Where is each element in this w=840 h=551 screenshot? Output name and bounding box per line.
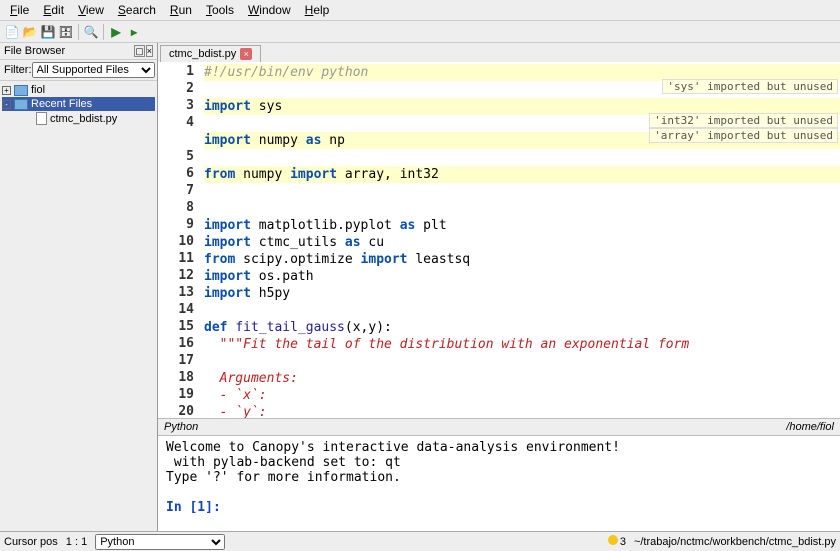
file-browser-panel: File Browser ▢× Filter: All Supported Fi… xyxy=(0,43,158,531)
tree-label: Recent Files xyxy=(31,98,92,110)
open-icon[interactable]: 📂 xyxy=(22,24,38,40)
file-tree[interactable]: + fiol - Recent Files ctmc_bdist.py xyxy=(0,81,157,531)
folder-icon xyxy=(14,85,28,96)
line-gutter: 123456789101112131415161718192021 xyxy=(158,62,200,418)
run-sel-icon[interactable]: ▸ xyxy=(126,24,142,40)
language-select[interactable]: Python xyxy=(95,534,225,550)
toolbar: 📄 📂 💾 🗄 🔍 ▶ ▸ xyxy=(0,21,840,43)
file-icon xyxy=(36,112,47,125)
warning-dot-icon xyxy=(608,535,618,545)
file-path: ~/trabajo/nctmc/workbench/ctmc_bdist.py xyxy=(634,536,836,548)
panel-undock-icon[interactable]: ▢ xyxy=(134,45,145,57)
menu-help[interactable]: Help xyxy=(299,2,336,18)
editor-tab[interactable]: ctmc_bdist.py × xyxy=(160,45,261,62)
tab-label: ctmc_bdist.py xyxy=(169,48,236,60)
tree-item[interactable]: ctmc_bdist.py xyxy=(2,111,155,126)
close-tab-icon[interactable]: × xyxy=(240,48,252,60)
console-header: Python /home/fiol xyxy=(158,418,840,436)
search-icon[interactable]: 🔍 xyxy=(83,24,99,40)
console-title: Python xyxy=(164,421,198,433)
menu-file[interactable]: File xyxy=(4,2,35,18)
menu-tools[interactable]: Tools xyxy=(200,2,240,18)
menu-search[interactable]: Search xyxy=(112,2,162,18)
new-file-icon[interactable]: 📄 xyxy=(4,24,20,40)
tree-label: fiol xyxy=(31,84,45,96)
menu-view[interactable]: View xyxy=(72,2,110,18)
cursor-pos: 1 : 1 xyxy=(66,536,87,548)
expander-icon[interactable]: - xyxy=(2,100,11,109)
menu-run[interactable]: Run xyxy=(164,2,198,18)
cursor-label: Cursor pos xyxy=(4,536,58,548)
filter-select[interactable]: All Supported Files xyxy=(32,62,156,78)
warning-count[interactable]: 3 xyxy=(608,535,626,548)
save-icon[interactable]: 💾 xyxy=(40,24,56,40)
menu-edit[interactable]: Edit xyxy=(37,2,70,18)
panel-title: File Browser xyxy=(4,45,65,57)
tree-item[interactable]: - Recent Files xyxy=(2,97,155,111)
status-bar: Cursor pos 1 : 1 Python 3 ~/trabajo/nctm… xyxy=(0,531,840,551)
divider xyxy=(103,24,104,40)
code-editor[interactable]: 123456789101112131415161718192021 #!/usr… xyxy=(158,62,840,418)
lint-warning: 'sys' imported but unused xyxy=(662,79,838,94)
save-all-icon[interactable]: 🗄 xyxy=(58,24,74,40)
menu-bar: File Edit View Search Run Tools Window H… xyxy=(0,0,840,21)
divider xyxy=(78,24,79,40)
run-icon[interactable]: ▶ xyxy=(108,24,124,40)
python-console[interactable]: Welcome to Canopy's interactive data-ana… xyxy=(158,436,840,531)
menu-window[interactable]: Window xyxy=(242,2,297,18)
lint-warning: 'int32' imported but unused xyxy=(649,113,838,128)
lint-warning: 'array' imported but unused xyxy=(649,128,838,143)
filter-label: Filter: xyxy=(4,64,32,76)
folder-icon xyxy=(14,99,28,110)
panel-close-icon[interactable]: × xyxy=(146,45,153,57)
tree-label: ctmc_bdist.py xyxy=(50,113,117,125)
console-cwd: /home/fiol xyxy=(786,421,834,433)
editor-tab-bar: ctmc_bdist.py × xyxy=(158,43,840,62)
tree-item[interactable]: + fiol xyxy=(2,83,155,97)
expander-icon[interactable]: + xyxy=(2,86,11,95)
